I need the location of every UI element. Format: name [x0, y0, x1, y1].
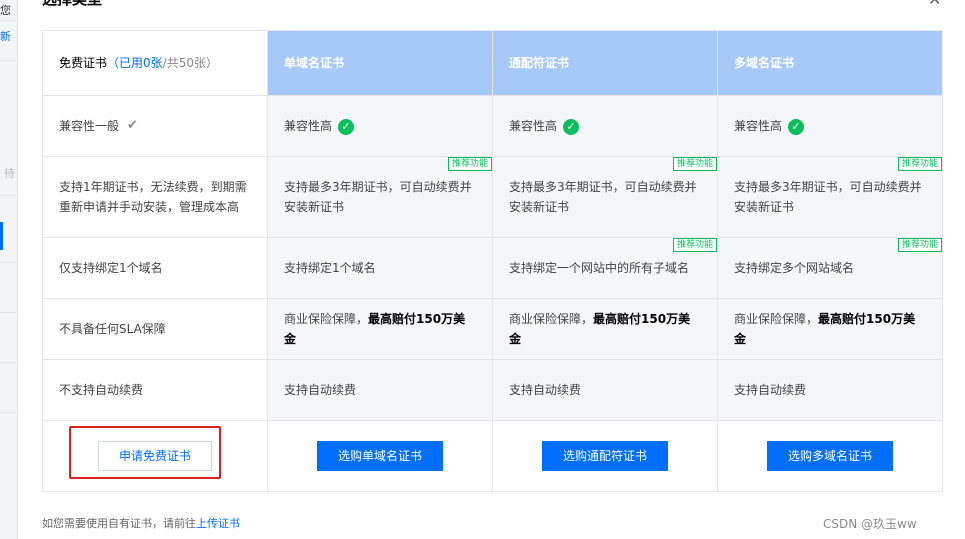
single-domain-header: 单域名证书	[267, 30, 493, 96]
compat-text: 兼容性高	[509, 119, 558, 133]
domain-text: 支持绑定多个网站域名	[734, 261, 855, 275]
divider	[0, 20, 17, 21]
upload-cert-link[interactable]: 上传证书	[196, 517, 240, 530]
free-cert-label: 免费证书	[59, 56, 108, 70]
term-cell: 推荐功能支持最多3年期证书，可自动续费并安装新证书	[717, 156, 943, 238]
recommend-badge: 推荐功能	[897, 157, 942, 171]
term-row: 支持1年期证书，无法续费，到期需重新申请并手动安装，管理成本高 推荐功能支持最多…	[42, 156, 943, 238]
free-cert-header: 免费证书（已用0张/共50张）	[42, 30, 268, 96]
check-circle-icon: ✓	[338, 118, 355, 135]
used-count: （已用0张	[107, 56, 163, 70]
background-link: 新	[0, 30, 11, 43]
domain-cell: 支持绑定1个域名	[267, 237, 493, 299]
buy-wildcard-button[interactable]: 选购通配符证书	[542, 441, 668, 471]
table-header-row: 免费证书（已用0张/共50张） 单域名证书 通配符证书 多域名证书	[42, 30, 943, 96]
renew-cell: 支持自动续费	[267, 359, 493, 421]
domain-text: 支持绑定一个网站中的所有子域名	[509, 261, 690, 275]
renew-row: 不支持自动续费 支持自动续费 支持自动续费 支持自动续费	[42, 359, 943, 421]
background-text: 待	[4, 167, 15, 180]
footer-text: 如您需要使用自有证书，请前往	[42, 517, 196, 530]
divider	[0, 412, 17, 413]
compat-text: 兼容性一般	[59, 118, 120, 133]
divider	[0, 195, 17, 196]
sla-cell-free: 不具备任何SLA保障	[42, 298, 268, 360]
term-cell: 推荐功能支持最多3年期证书，可自动续费并安装新证书	[267, 156, 493, 238]
domain-cell: 推荐功能支持绑定多个网站域名	[717, 237, 943, 299]
recommend-badge: 推荐功能	[672, 238, 717, 252]
term-cell-free: 支持1年期证书，无法续费，到期需重新申请并手动安装，管理成本高	[42, 156, 268, 238]
sla-row: 不具备任何SLA保障 商业保险保障，最高赔付150万美金 商业保险保障，最高赔付…	[42, 298, 943, 360]
certificate-comparison-table: 免费证书（已用0张/共50张） 单域名证书 通配符证书 多域名证书 兼容性一般 ✔…	[42, 30, 943, 492]
action-cell: 选购单域名证书	[267, 420, 493, 492]
recommend-badge: 推荐功能	[897, 238, 942, 252]
compat-cell-free: 兼容性一般 ✔	[42, 95, 268, 157]
compat-cell: 兼容性高 ✓	[492, 95, 718, 157]
check-circle-icon: ✓	[788, 118, 805, 135]
action-cell: 选购通配符证书	[492, 420, 718, 492]
sla-text: 商业保险保障，	[734, 312, 819, 326]
wildcard-header: 通配符证书	[492, 30, 718, 96]
divider	[0, 312, 17, 313]
domain-cell-free: 仅支持绑定1个域名	[42, 237, 268, 299]
term-text: 支持最多3年期证书，可自动续费并安装新证书	[734, 180, 922, 214]
sla-cell: 商业保险保障，最高赔付150万美金	[492, 298, 718, 360]
compat-row: 兼容性一般 ✔ 兼容性高 ✓ 兼容性高 ✓ 兼容性高 ✓	[42, 95, 943, 157]
divider	[0, 362, 17, 363]
renew-cell: 支持自动续费	[492, 359, 718, 421]
footer-note: 如您需要使用自有证书，请前往上传证书	[42, 515, 240, 531]
background-active-indicator	[0, 222, 3, 250]
dialog-title: 选择类型	[42, 0, 102, 9]
quota-count: /共50张）	[162, 56, 218, 70]
background-text: 您	[0, 4, 11, 17]
divider	[0, 60, 17, 61]
watermark: CSDN @玖玉ww	[823, 517, 917, 531]
sla-text: 商业保险保障，	[284, 312, 369, 326]
background-sidebar: 您 新 待	[0, 0, 18, 539]
domain-cell: 推荐功能支持绑定一个网站中的所有子域名	[492, 237, 718, 299]
compat-cell: 兼容性高 ✓	[717, 95, 943, 157]
sla-cell: 商业保险保障，最高赔付150万美金	[717, 298, 943, 360]
multi-domain-header: 多域名证书	[717, 30, 943, 96]
renew-cell: 支持自动续费	[717, 359, 943, 421]
sla-text: 商业保险保障，	[509, 312, 594, 326]
renew-cell-free: 不支持自动续费	[42, 359, 268, 421]
recommend-badge: 推荐功能	[672, 157, 717, 171]
action-cell: 选购多域名证书	[717, 420, 943, 492]
term-cell: 推荐功能支持最多3年期证书，可自动续费并安装新证书	[492, 156, 718, 238]
domain-row: 仅支持绑定1个域名 支持绑定1个域名 推荐功能支持绑定一个网站中的所有子域名 推…	[42, 237, 943, 299]
compat-cell: 兼容性高 ✓	[267, 95, 493, 157]
close-icon[interactable]: ✕	[928, 0, 941, 9]
divider	[0, 262, 17, 263]
term-text: 支持最多3年期证书，可自动续费并安装新证书	[509, 180, 697, 214]
buy-single-domain-button[interactable]: 选购单域名证书	[317, 441, 443, 471]
highlight-box	[69, 426, 221, 479]
sla-cell: 商业保险保障，最高赔付150万美金	[267, 298, 493, 360]
check-circle-icon: ✓	[563, 118, 580, 135]
compat-text: 兼容性高	[284, 119, 333, 133]
buy-multi-domain-button[interactable]: 选购多域名证书	[767, 441, 893, 471]
term-text: 支持最多3年期证书，可自动续费并安装新证书	[284, 180, 472, 214]
check-icon: ✔	[127, 118, 138, 134]
compat-text: 兼容性高	[734, 119, 783, 133]
recommend-badge: 推荐功能	[447, 157, 492, 171]
